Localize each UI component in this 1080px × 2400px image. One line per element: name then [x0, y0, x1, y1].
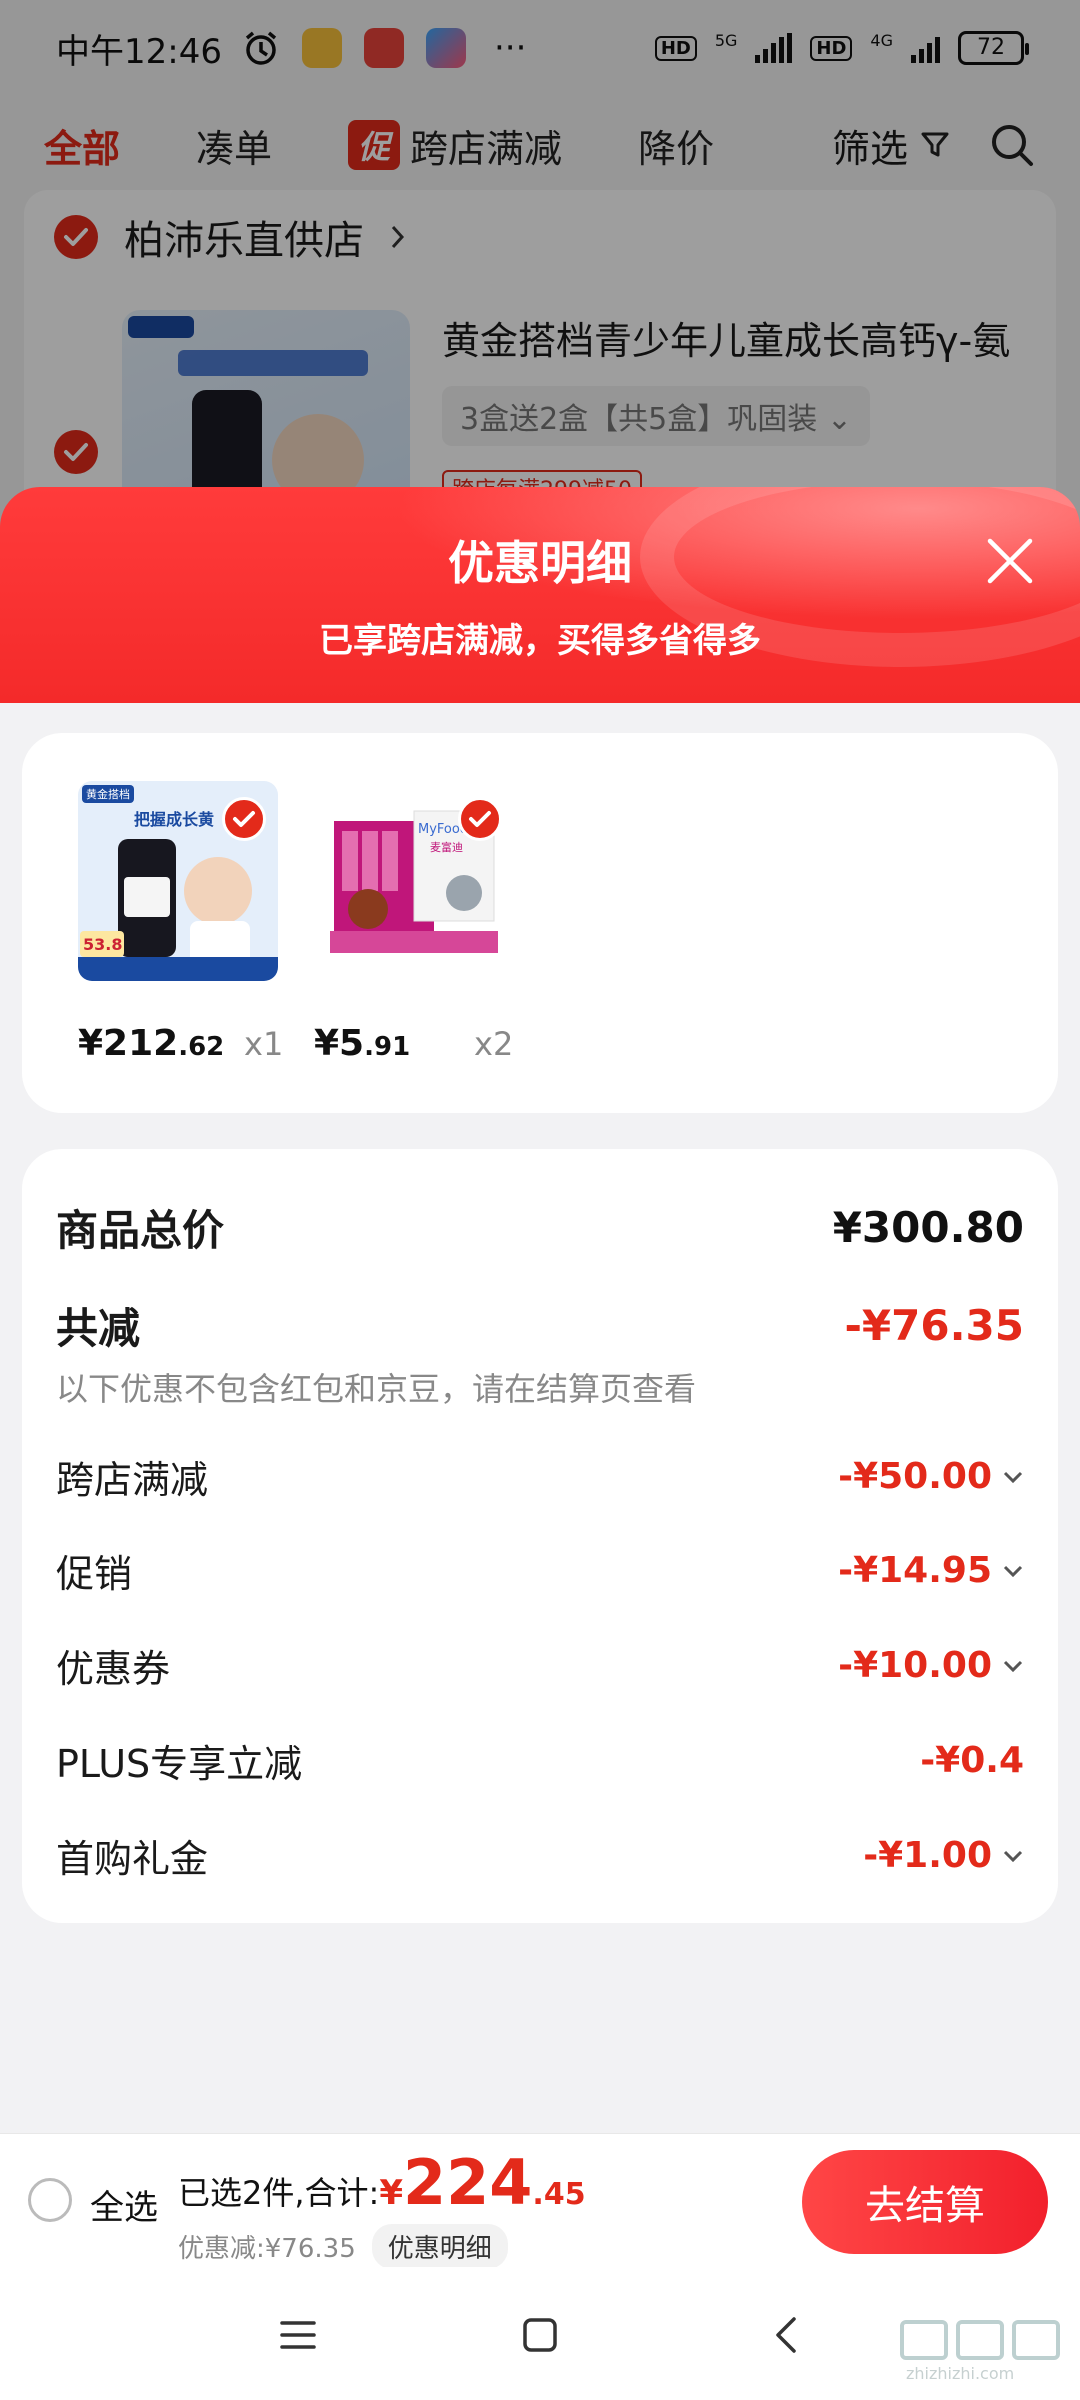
- total-price-row: 商品总价 ¥300.80: [56, 1197, 1024, 1258]
- product-1-qty: x1: [244, 1025, 284, 1063]
- discount-value: -¥0.4: [920, 1740, 1024, 1781]
- back-icon[interactable]: [764, 2311, 812, 2359]
- discount-row-coupon[interactable]: 优惠券 -¥10.00: [56, 1638, 1024, 1693]
- checkout-bar: 全选 已选2件,合计: ¥ 224 .45 优惠减:¥76.35 优惠明细 去结…: [0, 2133, 1080, 2269]
- total-discount-row: 共减 -¥76.35: [56, 1295, 1024, 1356]
- total-line: 已选2件,合计: ¥ 224 .45: [178, 2152, 586, 2214]
- product-2-price: ¥5.91: [314, 1023, 410, 1064]
- product-2-price-int: ¥5: [314, 1023, 365, 1064]
- sheet-title: 优惠明细: [448, 536, 632, 590]
- product-1-price: ¥212.62: [78, 1023, 224, 1064]
- img-badge-text: 黄金搭档: [86, 787, 130, 801]
- discount-summary-text: 优惠减:¥76.35: [178, 2234, 356, 2264]
- product-thumb-2[interactable]: MyFoodie 麦富迪: [314, 781, 514, 981]
- product-1-price-int: ¥212: [78, 1023, 179, 1064]
- discount-row-cross-store[interactable]: 跨店满减 -¥50.00: [56, 1449, 1024, 1504]
- product-1-checkbox[interactable]: [222, 797, 266, 841]
- chevron-down-icon: [1003, 1565, 1023, 1577]
- discount-sheet-header: 优惠明细 已享跨店满减，买得多省得多: [0, 487, 1080, 703]
- product-2-price-dec: .91: [364, 1032, 411, 1062]
- selected-count-text: 已选2件,合计:: [178, 2174, 380, 2212]
- sheet-subtitle: 已享跨店满减，买得多省得多: [319, 621, 761, 661]
- img-brand-cn: 麦富迪: [430, 840, 463, 854]
- select-all-label[interactable]: 全选: [90, 2180, 158, 2229]
- select-all-radio[interactable]: [28, 2178, 72, 2222]
- img-label-text: 把握成长黄: [134, 810, 214, 829]
- discount-value-wrap: -¥14.95: [838, 1550, 1024, 1591]
- total-price-label: 商品总价: [56, 1206, 225, 1255]
- chevron-down-icon: [1003, 1471, 1023, 1483]
- product-2-checkbox[interactable]: [458, 797, 502, 841]
- total-amount-int: 224: [403, 2146, 533, 2219]
- total-currency: ¥: [379, 2173, 403, 2213]
- total-discount-value: -¥76.35: [844, 1301, 1024, 1350]
- discount-label: 跨店满减: [56, 1458, 209, 1502]
- total-amount-dec: .45: [532, 2177, 586, 2212]
- product-thumb-1[interactable]: 黄金搭档 把握成长黄 53.8: [78, 781, 278, 981]
- discount-value-wrap: -¥10.00: [838, 1645, 1024, 1686]
- checkout-button[interactable]: 去结算: [802, 2150, 1048, 2254]
- selected-products-card: 黄金搭档 把握成长黄 53.8 MyFoodie 麦富迪 ¥212.62 x1 …: [22, 733, 1058, 1113]
- check-icon: [233, 811, 255, 827]
- discount-summary-card: 商品总价 ¥300.80 共减 -¥76.35 以下优惠不包含红包和京豆，请在结…: [22, 1149, 1058, 1923]
- watermark-logo-icon: [900, 2320, 1060, 2360]
- total-price-value: ¥300.80: [832, 1203, 1024, 1252]
- discount-row-plus: PLUS专享立减 -¥0.4: [56, 1733, 1024, 1788]
- discount-label: 优惠券: [56, 1647, 171, 1691]
- discount-label: 促销: [56, 1552, 133, 1596]
- discount-row-promotion[interactable]: 促销 -¥14.95: [56, 1543, 1024, 1598]
- close-icon[interactable]: [982, 533, 1038, 589]
- discount-value: -¥14.95: [838, 1550, 992, 1591]
- total-discount-label: 共减: [56, 1304, 141, 1353]
- watermark-text: zhizhizhi.com: [906, 2364, 1015, 2383]
- product-2-qty: x2: [474, 1025, 514, 1063]
- discount-label: PLUS专享立减: [56, 1742, 303, 1786]
- discount-note: 以下优惠不包含红包和京豆，请在结算页查看: [56, 1370, 697, 1408]
- discount-line: 优惠减:¥76.35 优惠明细: [178, 2224, 508, 2269]
- discount-value: -¥10.00: [838, 1645, 992, 1686]
- watermark: zhizhizhi.com: [898, 2318, 1068, 2388]
- discount-value: -¥50.00: [838, 1456, 992, 1497]
- discount-row-first-purchase[interactable]: 首购礼金 -¥1.00: [56, 1828, 1024, 1883]
- discount-value: -¥1.00: [863, 1835, 992, 1876]
- img-price-text: 53.8: [83, 935, 122, 954]
- check-icon: [469, 811, 491, 827]
- chevron-down-icon: [1003, 1850, 1023, 1862]
- menu-icon[interactable]: [274, 2311, 322, 2359]
- discount-label: 首购礼金: [56, 1837, 209, 1881]
- discount-value-wrap: -¥0.4: [920, 1740, 1024, 1781]
- product-1-price-dec: .62: [178, 1032, 225, 1062]
- discount-value-wrap: -¥1.00: [863, 1835, 1024, 1876]
- home-icon[interactable]: [516, 2311, 564, 2359]
- discount-value-wrap: -¥50.00: [838, 1456, 1024, 1497]
- chevron-down-icon: [1003, 1660, 1023, 1672]
- discount-detail-button[interactable]: 优惠明细: [371, 2224, 508, 2269]
